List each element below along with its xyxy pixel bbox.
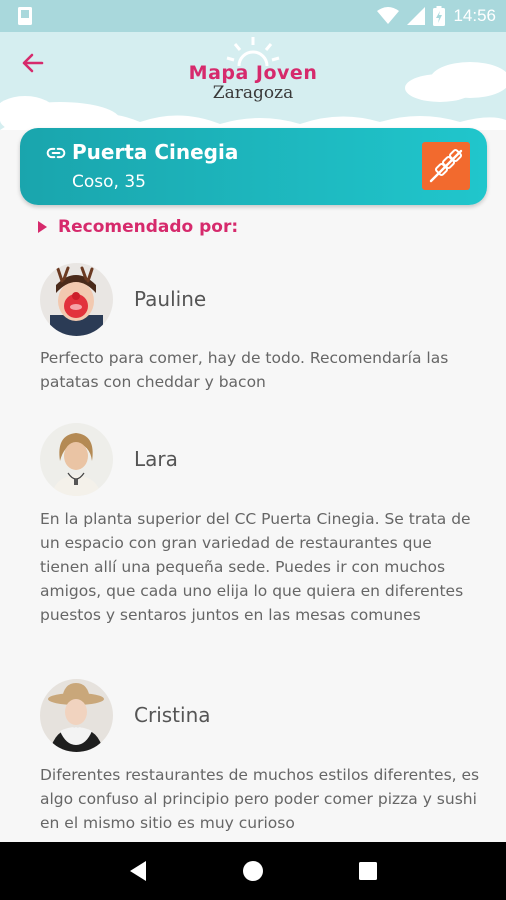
reviewer-name: Cristina [134,703,211,727]
reviewer-name: Pauline [134,287,207,311]
back-triangle-icon [129,861,146,881]
status-time: 14:56 [453,6,496,25]
system-nav-bar [0,842,506,900]
nav-back-button[interactable] [118,851,158,891]
app-header: Mapa Joven Zaragoza [0,32,506,130]
reviewer-name: Lara [134,447,178,471]
triangle-bullet-icon [38,221,47,233]
avatar[interactable] [40,423,113,496]
logo-subtitle: Zaragoza [212,83,294,103]
avatar[interactable] [40,263,113,336]
recents-square-icon [359,862,378,880]
skewer-icon [429,148,463,183]
logo-title: Mapa Joven [188,62,318,84]
notification-icon [18,7,32,25]
battery-icon [433,6,446,26]
status-bar: 14:56 [0,0,506,32]
place-name: Puerta Cinegia [72,140,239,164]
wifi-icon [377,7,400,24]
home-circle-icon [242,861,263,881]
review-text: Perfecto para comer, hay de todo. Recome… [40,349,449,391]
avatar[interactable] [40,679,113,752]
place-address: Coso, 35 [72,172,146,192]
link-icon [46,147,66,159]
recommended-heading: Recomendado por: [38,217,238,237]
nav-recents-button[interactable] [348,851,388,891]
nav-home-button[interactable] [233,851,273,891]
review-text: Diferentes restaurantes de muchos estilo… [40,766,480,832]
app-logo: Mapa Joven Zaragoza [0,62,506,103]
place-card[interactable]: Puerta Cinegia Coso, 35 [20,128,487,205]
signal-icon [407,7,426,25]
category-badge[interactable] [422,142,470,190]
recommended-title: Recomendado por: [58,217,239,237]
review-text: En la planta superior del CC Puerta Cine… [40,510,471,624]
